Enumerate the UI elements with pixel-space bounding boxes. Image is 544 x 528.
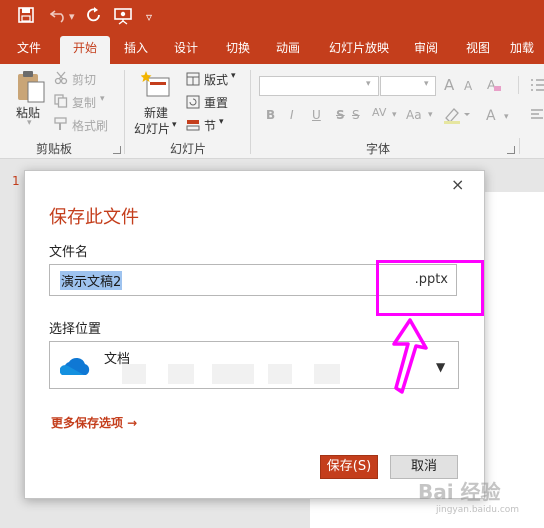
section-icon [186, 118, 200, 135]
copy-button[interactable]: 复制 [72, 94, 96, 111]
ribbon-separator [519, 138, 520, 154]
highlight-annotation-box [376, 260, 484, 316]
align-left-icon[interactable] [530, 108, 544, 125]
character-spacing-dropdown-icon[interactable]: ▾ [392, 110, 397, 120]
dialog-title: 保存此文件 [49, 207, 139, 228]
tab-transitions[interactable]: 切换 [216, 36, 260, 64]
more-save-options-link[interactable]: 更多保存选项 → [51, 414, 137, 431]
section-dropdown-icon[interactable]: ▾ [219, 117, 224, 127]
undo-icon[interactable] [49, 7, 68, 28]
ribbon-separator [124, 70, 125, 154]
blurred-path [268, 364, 292, 384]
watermark-url: jingyan.baidu.com [436, 505, 520, 515]
paste-icon[interactable] [14, 70, 48, 107]
layout-button[interactable]: 版式 [204, 71, 228, 88]
font-group-label: 字体 [366, 142, 391, 156]
title-bar [0, 0, 544, 36]
shrink-font-icon[interactable]: A [464, 79, 472, 93]
save-icon[interactable] [18, 7, 34, 28]
slides-group-label: 幻灯片 [170, 142, 207, 156]
tab-animations[interactable]: 动画 [266, 36, 310, 64]
onedrive-cloud-icon [59, 356, 92, 379]
filename-label: 文件名 [49, 245, 89, 260]
ribbon-separator [250, 70, 251, 154]
tab-design[interactable]: 设计 [164, 36, 208, 64]
blurred-path [168, 364, 194, 384]
tab-view[interactable]: 视图 [456, 36, 500, 64]
tab-insert[interactable]: 插入 [114, 36, 158, 64]
tab-slideshow[interactable]: 幻灯片放映 [320, 36, 398, 64]
new-slide-label-2[interactable]: 幻灯片 [134, 120, 170, 137]
paste-dropdown-icon[interactable]: ▾ [27, 118, 32, 128]
blurred-path [122, 364, 146, 384]
copy-icon [54, 94, 68, 111]
section-button[interactable]: 节 [204, 117, 216, 134]
character-spacing-icon[interactable]: AV [372, 106, 386, 119]
close-icon[interactable]: × [451, 175, 464, 194]
strikethrough-icon[interactable]: S [352, 108, 360, 122]
slideshow-icon[interactable] [114, 7, 132, 30]
slide-number: 1 [12, 174, 20, 188]
location-label: 选择位置 [49, 322, 102, 337]
clipboard-group-label: 剪贴板 [36, 142, 73, 156]
watermark-logo: Bai 经验 [418, 480, 501, 504]
undo-dropdown-icon[interactable]: ▾ [69, 7, 75, 27]
reset-button[interactable]: 重置 [204, 94, 228, 111]
highlight-color-icon[interactable] [442, 106, 472, 124]
tab-file[interactable]: 文件 [8, 36, 50, 64]
thumbnail-pane[interactable] [0, 159, 26, 528]
layout-icon [186, 72, 200, 89]
new-slide-label[interactable]: 新建 [144, 104, 168, 121]
grow-font-icon[interactable]: A [444, 76, 454, 94]
filename-value: 演示文稿2 [60, 271, 123, 290]
text-shadow-icon[interactable]: S [336, 108, 345, 122]
font-launcher-icon[interactable] [507, 146, 515, 154]
change-case-dropdown-icon[interactable]: ▾ [428, 110, 433, 120]
copy-dropdown-icon[interactable]: ▾ [100, 94, 105, 104]
new-slide-dropdown-icon[interactable]: ▾ [172, 120, 177, 130]
redo-icon[interactable] [86, 7, 102, 28]
underline-icon[interactable]: U [312, 108, 321, 122]
cut-button[interactable]: 剪切 [72, 71, 96, 88]
cut-icon [54, 71, 68, 88]
layout-dropdown-icon[interactable]: ▾ [231, 71, 236, 81]
tab-review[interactable]: 审阅 [404, 36, 448, 64]
change-case-icon[interactable]: Aa [406, 108, 422, 122]
format-painter-icon [54, 117, 68, 134]
annotation-arrow-icon [384, 318, 428, 397]
font-name-combo[interactable] [259, 76, 379, 96]
font-name-dropdown-icon[interactable]: ▾ [366, 79, 371, 89]
bullets-icon[interactable] [530, 78, 544, 95]
clear-formatting-icon[interactable]: A [486, 76, 502, 94]
save-button[interactable]: 保存(S) [320, 455, 378, 479]
font-size-dropdown-icon[interactable]: ▾ [424, 79, 429, 89]
tab-home[interactable]: 开始 [60, 36, 110, 64]
tab-addins[interactable]: 加载 [510, 36, 544, 64]
blurred-path [314, 364, 340, 384]
ribbon-separator [518, 76, 519, 94]
reset-icon [186, 95, 200, 112]
format-painter-button[interactable]: 格式刷 [72, 117, 108, 134]
blurred-path [212, 364, 254, 384]
italic-icon[interactable]: I [290, 108, 294, 122]
new-slide-icon[interactable] [140, 70, 171, 103]
clipboard-launcher-icon[interactable] [113, 146, 121, 154]
font-color-icon[interactable]: A [486, 108, 496, 124]
font-color-dropdown-icon[interactable]: ▾ [504, 112, 509, 122]
chevron-down-icon: ▼ [436, 360, 446, 374]
bold-icon[interactable]: B [266, 108, 275, 122]
customize-toolbar-icon[interactable]: ▿ [146, 7, 152, 27]
